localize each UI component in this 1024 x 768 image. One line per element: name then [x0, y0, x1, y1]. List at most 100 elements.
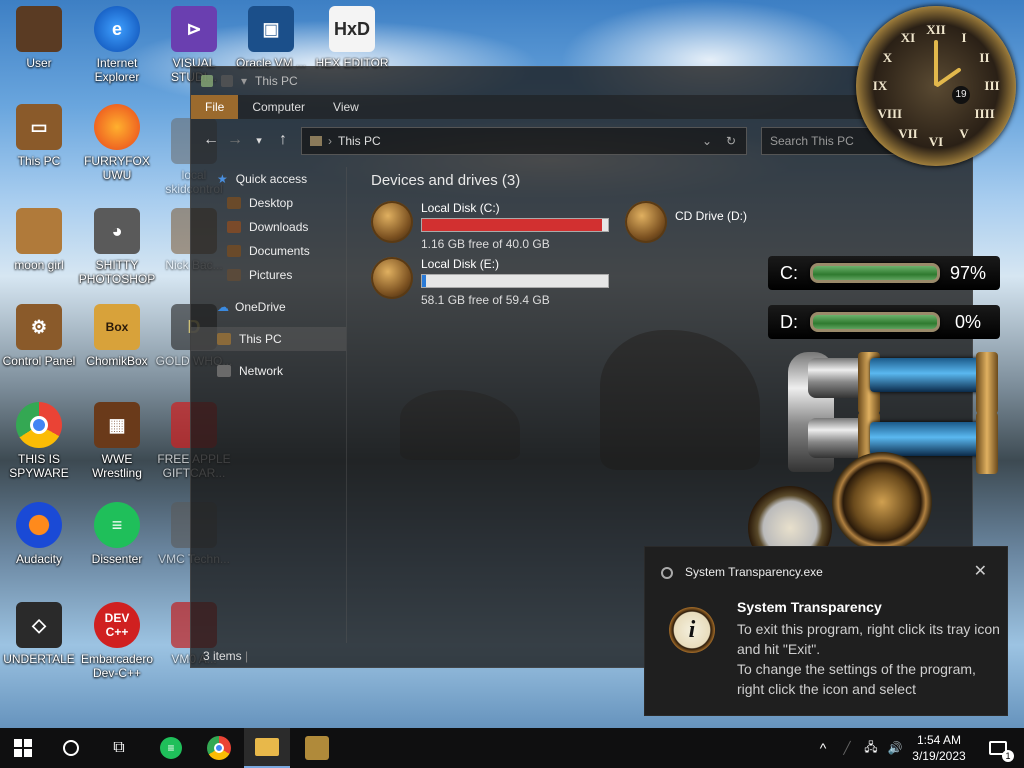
virtualbox-cube-icon: ▣: [248, 6, 294, 52]
desktop-icon-chrome[interactable]: THIS IS SPYWARE: [0, 402, 78, 480]
breadcrumb-this-pc[interactable]: This PC: [338, 134, 381, 148]
meter-label: D:: [780, 311, 798, 332]
network-icon[interactable]: 🖧: [860, 728, 882, 768]
nav-network[interactable]: Network: [191, 359, 346, 383]
properties-icon[interactable]: [221, 75, 233, 87]
drive-meter-d[interactable]: D: 0%: [768, 305, 1000, 339]
control-panel-icon: ⚙: [16, 304, 62, 350]
dissenter-icon: ≡: [94, 502, 140, 548]
taskbar-app[interactable]: [294, 728, 340, 768]
audacity-headphones-icon: [16, 502, 62, 548]
desktop-icon-gimp[interactable]: ◕ SHITTY PHOTOSHOP: [78, 208, 156, 286]
desktop-icon-audacity[interactable]: Audacity: [0, 502, 78, 566]
desktop-icon-user[interactable]: User: [0, 6, 78, 70]
task-view-button[interactable]: ⧉: [96, 728, 142, 768]
nav-downloads[interactable]: Downloads: [191, 215, 346, 239]
meter-tube: [810, 263, 940, 283]
drive-c[interactable]: Local Disk (C:) 1.16 GB free of 40.0 GB: [371, 201, 609, 251]
desktop-icon-firefox[interactable]: FURRYFOX UWU: [78, 104, 156, 182]
action-center-button[interactable]: 1: [978, 728, 1018, 768]
notification-count-badge: 1: [1002, 750, 1014, 762]
toast-app-name: System Transparency.exe: [685, 565, 823, 579]
desktop-icon-control-panel[interactable]: ⚙ Control Panel: [0, 304, 78, 368]
chomikbox-icon: Box: [94, 304, 140, 350]
forward-arrow-icon[interactable]: →: [223, 128, 247, 152]
tab-view[interactable]: View: [319, 95, 373, 119]
toast-line: To exit this program, right click its tr…: [737, 621, 1000, 657]
hard-disk-gear-icon: [371, 257, 413, 299]
address-history-chevron-icon[interactable]: ⌄: [702, 134, 712, 148]
desktop-icon-internet-explorer[interactable]: e Internet Explorer: [78, 6, 156, 84]
hex-editor-icon: HxD: [329, 6, 375, 52]
taskbar-file-explorer[interactable]: [244, 728, 290, 768]
notification-toast[interactable]: System Transparency.exe ✕ i System Trans…: [644, 546, 1008, 716]
drive-e[interactable]: Local Disk (E:) 58.1 GB free of 59.4 GB: [371, 257, 609, 307]
start-button[interactable]: [0, 728, 46, 768]
edge-browser-icon: e: [94, 6, 140, 52]
nav-onedrive[interactable]: ☁ OneDrive: [191, 295, 346, 319]
chrome-icon: [207, 736, 231, 760]
taskbar-dissenter[interactable]: ≡: [148, 728, 194, 768]
back-arrow-icon[interactable]: ←: [199, 128, 223, 152]
show-hidden-icons-chevron-icon[interactable]: ^: [812, 728, 834, 768]
search-button[interactable]: [48, 728, 94, 768]
explorer-titlebar[interactable]: ▾ This PC: [191, 67, 972, 95]
nav-documents[interactable]: Documents: [191, 239, 346, 263]
nav-quick-access[interactable]: ★ Quick access: [191, 167, 346, 191]
refresh-icon[interactable]: ↻: [726, 134, 736, 148]
chevron-down-icon[interactable]: ▾: [241, 74, 247, 88]
steampunk-pipes-widget[interactable]: [748, 352, 998, 570]
recent-locations-chevron-icon[interactable]: ▾: [247, 128, 271, 152]
taskbar-clock[interactable]: 1:54 AM 3/19/2023: [906, 732, 972, 764]
drive-meter-c[interactable]: C: 97%: [768, 256, 1000, 290]
desktop-icon-hex-editor[interactable]: HxD HEX EDITOR: [313, 6, 391, 70]
ram-glass-tube: [870, 422, 982, 456]
close-icon[interactable]: ✕: [974, 561, 987, 581]
desktop-icon-dissenter[interactable]: ≡ Dissenter: [78, 502, 156, 566]
volume-icon[interactable]: 🔊: [884, 728, 906, 768]
clock-numeral: II: [979, 50, 990, 65]
firefox-icon: [94, 104, 140, 150]
dissenter-icon: ≡: [160, 737, 182, 759]
address-bar[interactable]: › This PC ⌄ ↻: [301, 127, 747, 155]
up-arrow-icon[interactable]: ↑: [271, 128, 295, 152]
steampunk-clock-widget[interactable]: XII I II III IIII V VI VII VIII IX X XI 19: [856, 6, 1016, 166]
taskbar-chrome[interactable]: [196, 728, 242, 768]
clock-numeral: XII: [926, 22, 946, 37]
hard-disk-gear-icon: [371, 201, 413, 243]
cog-gear-icon: [832, 452, 932, 552]
nav-desktop[interactable]: Desktop: [191, 191, 346, 215]
clock-numeral: IX: [872, 78, 888, 93]
cpu-glass-tube: [870, 358, 982, 392]
devices-and-drives-header[interactable]: Devices and drives (3): [371, 172, 972, 189]
desktop-icon-wwe[interactable]: ▦ WWE Wrestling: [78, 402, 156, 480]
breadcrumb-separator-icon: ›: [328, 134, 332, 148]
hour-hand: [934, 67, 962, 88]
network-icon: [217, 365, 231, 377]
drive-usage-bar: [421, 274, 609, 288]
clock-time: 1:54 AM: [916, 733, 962, 747]
desktop-folder-icon: [227, 197, 241, 209]
app-icon: [661, 567, 673, 579]
status-bar: 3 items |: [203, 649, 249, 663]
desktop-icon-dev-cpp[interactable]: DEV C++ Embarcadero Dev-C++: [78, 602, 156, 680]
desktop-icon-this-pc[interactable]: ▭ This PC: [0, 104, 78, 168]
star-icon: ★: [217, 172, 228, 186]
desktop-icon-chomikbox[interactable]: Box ChomikBox: [78, 304, 156, 368]
desktop-icon-moon-girl[interactable]: moon girl: [0, 208, 78, 272]
desktop-icon-oracle-vm[interactable]: ▣ Oracle VM ...: [232, 6, 310, 70]
nav-pictures[interactable]: Pictures: [191, 263, 346, 287]
folder-icon: [255, 738, 279, 756]
drive-usage-fill: [422, 275, 426, 287]
tab-computer[interactable]: Computer: [238, 95, 319, 119]
quick-access-toolbar-icon[interactable]: [201, 75, 213, 87]
drive-name: Local Disk (E:): [421, 257, 500, 271]
nav-this-pc[interactable]: This PC: [191, 327, 346, 351]
clock-numeral: III: [984, 78, 1000, 93]
desktop-icon-undertale[interactable]: ◇ UNDERTALE: [0, 602, 78, 666]
tab-file[interactable]: File: [191, 95, 239, 119]
drive-usage-bar: [421, 218, 609, 232]
tray-app-icon[interactable]: ╱: [836, 728, 858, 768]
navigation-bar: ← → ▾ ↑ › This PC ⌄ ↻ Search This PC: [191, 123, 972, 157]
drive-d[interactable]: CD Drive (D:): [625, 201, 747, 243]
